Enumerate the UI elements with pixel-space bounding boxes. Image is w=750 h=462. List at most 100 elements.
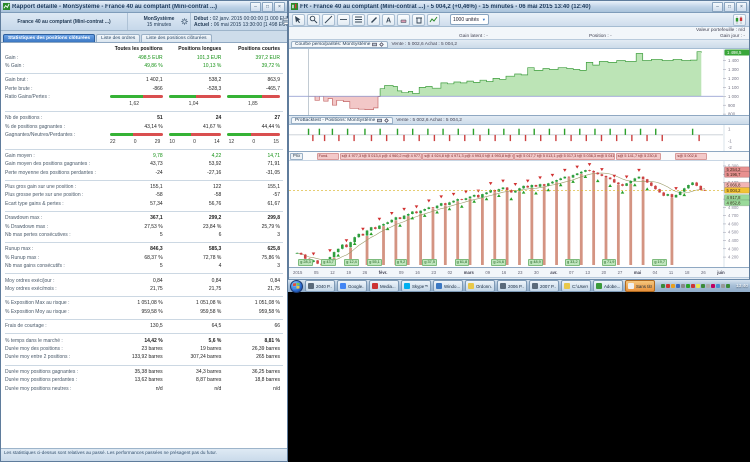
cell-value: 71,91: [226, 161, 285, 167]
tray-icon[interactable]: [686, 284, 690, 288]
gear-icon[interactable]: [181, 18, 188, 25]
tray-icon[interactable]: [711, 284, 715, 288]
tray-icon[interactable]: [691, 284, 695, 288]
equity-tab[interactable]: Courbe perso/parités: MonSystème: [291, 41, 388, 48]
tab-liste-ordres[interactable]: Liste des ordres: [96, 34, 140, 42]
bar-value: 12015: [226, 139, 285, 145]
maximize-icon[interactable]: □: [262, 2, 273, 12]
tab-statistiques[interactable]: Statistiques des positions clôturées: [3, 34, 95, 42]
eraser-icon[interactable]: [397, 14, 410, 26]
taskbar-item[interactable]: Windo...: [433, 280, 463, 292]
positions-chart-svg: 1-1-2: [289, 125, 750, 151]
cell-value: 959,58 %: [226, 309, 285, 315]
row-label: Gain moyen des positions gagnantes :: [3, 161, 109, 167]
taskbar-item[interactable]: Skype™...: [401, 280, 431, 292]
taskbar-clock[interactable]: 13:40: [736, 284, 748, 289]
cell-value: 41,67 %: [168, 124, 227, 130]
cursor-icon[interactable]: [292, 14, 305, 26]
tray-icon[interactable]: [721, 284, 725, 288]
cell-value: 10,13 %: [168, 63, 227, 69]
tray-icon[interactable]: [706, 284, 710, 288]
cell-value: 4,22: [168, 153, 227, 159]
order-price-chip: s@ 4 924,8 t@ 4 971,3 p@ 4 993,0 t@ 4 99…: [422, 153, 513, 160]
positions-quote: Vente : 5 002,6 Achat : 5 004,2: [396, 118, 462, 123]
text-tool-icon[interactable]: A: [382, 14, 395, 26]
table-bar-values-row: 1,621,041,85: [3, 101, 285, 108]
taskbar-item[interactable]: Google...: [337, 280, 367, 292]
chart-window-icon: [291, 3, 298, 10]
win-loss-bar: [168, 95, 227, 98]
table-row: Moy ordres exéc/mois :21,7521,7521,75: [3, 285, 285, 293]
trade-gain-chip: g 71,9: [602, 259, 617, 266]
print-icon[interactable]: [377, 118, 382, 123]
taskbar-item[interactable]: 2040 P...: [305, 280, 335, 292]
tray-icon[interactable]: [726, 284, 730, 288]
x-axis-tick: avr.: [550, 270, 557, 275]
positions-tabstrip: ProBacktest - Positions: MonSystème Vent…: [289, 116, 749, 125]
svg-text:1 000: 1 000: [728, 94, 739, 99]
taskbar-item[interactable]: Sans titre...: [625, 280, 655, 292]
taskbar-item[interactable]: Media...: [369, 280, 399, 292]
equity-chart-panel[interactable]: 1 4001 3001 2001 1001 0009008001 498,5: [289, 49, 749, 116]
svg-text:4 852,8: 4 852,8: [727, 200, 742, 205]
positions-tab[interactable]: ProBacktest - Positions: MonSystème: [291, 117, 393, 124]
cell-value: 44,44 %: [226, 124, 285, 130]
units-dropdown[interactable]: 1000 unités ▼: [450, 14, 489, 25]
bar-value: 1,04: [166, 101, 225, 107]
report-titlebar[interactable]: Rapport détaillé - MonSystème - France 4…: [1, 1, 287, 13]
horizontal-line-icon[interactable]: [337, 14, 350, 26]
price-panel-label[interactable]: Prix: [290, 153, 303, 160]
minimize-icon[interactable]: –: [250, 2, 261, 12]
tab-liste-positions[interactable]: Liste des positions clôturées: [141, 34, 211, 42]
tray-icon[interactable]: [716, 284, 720, 288]
zoom-icon[interactable]: [307, 14, 320, 26]
tray-icon[interactable]: [701, 284, 705, 288]
start-button[interactable]: [290, 280, 303, 293]
print-icon[interactable]: [372, 42, 377, 47]
x-axis-tick: 09: [485, 270, 490, 275]
taskbar-item[interactable]: C:\Users...: [561, 280, 591, 292]
close-icon[interactable]: ×: [736, 2, 747, 12]
gear-icon[interactable]: [379, 42, 384, 47]
row-label: Ecart type gains & pertes :: [3, 201, 109, 207]
x-axis-tick: 07: [569, 270, 574, 275]
cell-value: 959,58 %: [109, 309, 168, 315]
close-icon[interactable]: ×: [274, 2, 285, 12]
taskbar-item-label: Media...: [380, 284, 396, 289]
maximize-icon[interactable]: □: [724, 2, 735, 12]
chart-titlebar[interactable]: FR - France 40 au comptant (Mini-contrat…: [289, 1, 749, 13]
positions-chart-panel[interactable]: 1-1-2: [289, 125, 749, 152]
trendline-icon[interactable]: [322, 14, 335, 26]
taskbar-item[interactable]: Adobe...: [593, 280, 623, 292]
tray-icon[interactable]: [676, 284, 680, 288]
gain-latent: Gain latent : -: [459, 34, 488, 39]
cell-value: -528,3: [168, 86, 227, 92]
minimize-icon[interactable]: –: [712, 2, 723, 12]
taskbar-item[interactable]: 2006 P...: [497, 280, 527, 292]
fibonacci-icon[interactable]: [352, 14, 365, 26]
taskbar-item[interactable]: 2007 P...: [529, 280, 559, 292]
cell-value: 68,37 %: [109, 255, 168, 261]
cell-value: 367,1: [109, 215, 168, 221]
taskbar-item[interactable]: Ordonn...: [465, 280, 495, 292]
cell-value: 397,2 EUR: [226, 55, 285, 61]
price-chart-panel[interactable]: 5 3005 2005 1005 0004 9004 8004 7004 600…: [289, 161, 749, 268]
indicator-icon[interactable]: [427, 14, 440, 26]
tray-icon[interactable]: [681, 284, 685, 288]
chart-type-button[interactable]: [733, 14, 746, 26]
tray-icon[interactable]: [661, 284, 665, 288]
gear-icon[interactable]: [384, 118, 389, 123]
cell-value: 307,24 barres: [168, 354, 227, 360]
row-separator: [3, 177, 285, 183]
tray-icon[interactable]: [666, 284, 670, 288]
row-label: Runup max :: [3, 246, 109, 252]
cell-value: 14,42 %: [109, 338, 168, 344]
column-header: Toutes les positions: [109, 46, 168, 52]
tray-icon[interactable]: [671, 284, 675, 288]
tray-icon[interactable]: [696, 284, 700, 288]
trash-icon[interactable]: [412, 14, 425, 26]
x-axis-tick: 16: [502, 270, 507, 275]
chart-window-title: FR - France 40 au comptant (Mini-contrat…: [300, 4, 712, 10]
position-info: Position : -: [589, 34, 612, 39]
pencil-icon[interactable]: [367, 14, 380, 26]
